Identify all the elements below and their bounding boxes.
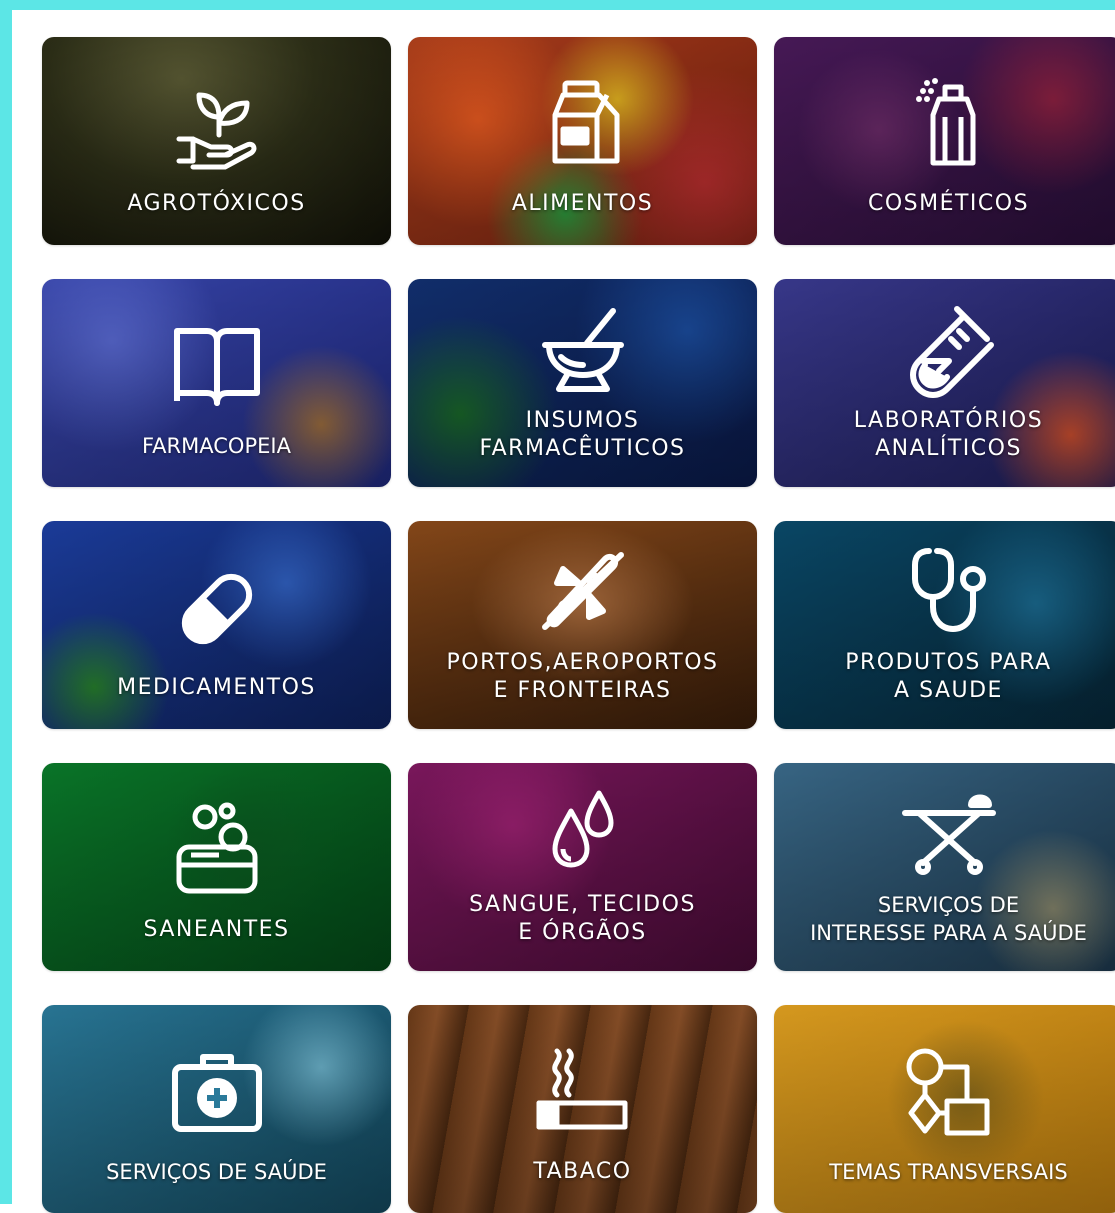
tile-produtos-para-a-saude[interactable]: PRODUTOS PARA A SAUDE [774, 521, 1115, 729]
tile-alimentos[interactable]: ALIMENTOS [408, 37, 757, 245]
spray-can-icon [901, 77, 997, 173]
tile-label: INSUMOS FARMACÊUTICOS [479, 408, 686, 461]
tile-saneantes[interactable]: SANEANTES [42, 763, 391, 971]
tile-label: SERVIÇOS DE INTERESSE PARA A SAÚDE [810, 893, 1087, 945]
tile-label: LABORATÓRIOS ANALÍTICOS [853, 408, 1044, 461]
test-tube-icon [901, 301, 997, 398]
tile-label: PORTOS,AEROPORTOS E FRONTEIRAS [446, 650, 719, 703]
tile-servicos-de-interesse[interactable]: SERVIÇOS DE INTERESSE PARA A SAÚDE [774, 763, 1115, 971]
soap-bubbles-icon [169, 802, 265, 899]
tile-label: SANEANTES [143, 917, 290, 942]
first-aid-kit-icon [169, 1045, 265, 1141]
tile-cosmeticos[interactable]: COSMÉTICOS [774, 37, 1115, 245]
tile-label: ALIMENTOS [511, 191, 654, 216]
tile-portos-aeroportos-fronteiras[interactable]: PORTOS,AEROPORTOS E FRONTEIRAS [408, 521, 757, 729]
stethoscope-icon [901, 543, 997, 639]
tile-medicamentos[interactable]: MEDICAMENTOS [42, 521, 391, 729]
plant-hand-icon [169, 77, 265, 173]
tile-agrotoxicos[interactable]: AGROTÓXICOS [42, 37, 391, 245]
tile-laboratorios-analiticos[interactable]: LABORATÓRIOS ANALÍTICOS [774, 279, 1115, 487]
category-grid: AGROTÓXICOS ALIMENTOS COSMÉTICOS FARMACO… [42, 37, 1115, 1213]
tile-label: PRODUTOS PARA A SAUDE [845, 650, 1052, 703]
tile-label: SANGUE, TECIDOS E ÓRGÃOS [469, 892, 696, 945]
tile-label: COSMÉTICOS [867, 191, 1030, 216]
cigarette-icon [535, 1045, 631, 1141]
tile-label: FARMACOPEIA [142, 434, 291, 458]
milk-carton-icon [535, 77, 631, 173]
tile-temas-transversais[interactable]: TEMAS TRANSVERSAIS [774, 1005, 1115, 1213]
airplane-icon [535, 543, 631, 639]
tile-sangue-tecidos-orgaos[interactable]: SANGUE, TECIDOS E ÓRGÃOS [408, 763, 757, 971]
mortar-pestle-icon [535, 301, 631, 397]
blood-drops-icon [535, 785, 631, 881]
pill-capsule-icon [169, 561, 265, 657]
open-book-icon [169, 319, 265, 415]
tile-insumos-farmaceuticos[interactable]: INSUMOS FARMACÊUTICOS [408, 279, 757, 487]
tile-tabaco[interactable]: TABACO [408, 1005, 757, 1213]
flowchart-icon [901, 1045, 997, 1141]
tile-label: AGROTÓXICOS [127, 191, 306, 216]
tile-label: SERVIÇOS DE SAÚDE [106, 1160, 327, 1184]
tile-label: TABACO [533, 1159, 632, 1184]
stretcher-icon [901, 785, 997, 881]
tile-label: MEDICAMENTOS [117, 675, 316, 700]
tile-farmacopeia[interactable]: FARMACOPEIA [42, 279, 391, 487]
tile-servicos-de-saude[interactable]: SERVIÇOS DE SAÚDE [42, 1005, 391, 1213]
page-frame: AGROTÓXICOS ALIMENTOS COSMÉTICOS FARMACO… [0, 0, 1115, 1213]
tile-label: TEMAS TRANSVERSAIS [829, 1160, 1068, 1184]
